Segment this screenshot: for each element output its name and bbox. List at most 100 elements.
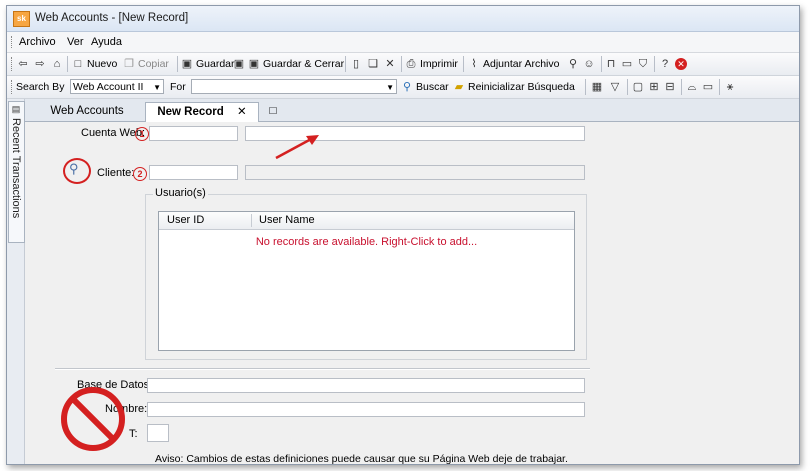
- cliente-input[interactable]: [149, 165, 238, 180]
- document-icon: ▯: [352, 58, 360, 70]
- title-bar: sk Web Accounts - [New Record]: [7, 6, 799, 32]
- pin-button[interactable]: ⚲: [567, 57, 579, 71]
- record-form: Cuenta Web: 1 ⚲ Cliente: 2 Usuario(s) Us…: [25, 122, 799, 464]
- nuevo-label: Nuevo: [87, 58, 118, 70]
- column-user-id[interactable]: User ID: [167, 214, 204, 226]
- nuevo-button[interactable]: □ Nuevo: [72, 57, 118, 71]
- table-icon: ▦: [591, 81, 603, 93]
- save-close-icon: ▣: [248, 58, 260, 70]
- copiar-button[interactable]: ❐ Copiar: [123, 57, 169, 71]
- adjuntar-button[interactable]: ⌇ Adjuntar Archivo: [468, 57, 559, 71]
- recent-transactions-label: Recent Transactions: [10, 118, 22, 219]
- toolbar-separator: [654, 56, 655, 72]
- close-icon: ✕: [675, 58, 687, 70]
- expand-button[interactable]: ⊞: [648, 80, 660, 94]
- open-folder-button[interactable]: ⌓: [686, 80, 698, 94]
- lookup-icon[interactable]: ⚲: [69, 161, 79, 177]
- delete-button[interactable]: ✕: [384, 57, 396, 71]
- help-button[interactable]: ?: [659, 57, 671, 71]
- menu-bar: Archivo Ver Ayuda: [7, 32, 799, 53]
- arrow-right-icon: ⇨: [35, 58, 45, 70]
- clear-filter-button[interactable]: ⚹: [724, 80, 736, 94]
- recent-transactions-tab[interactable]: ▤ Recent Transactions: [8, 101, 25, 243]
- cliente-label: Cliente:: [97, 167, 135, 179]
- copy-icon: ❐: [124, 58, 134, 70]
- new-tab-button[interactable]: □: [263, 102, 283, 121]
- toolbar-separator: [627, 79, 628, 95]
- aviso-text: Aviso: Cambios de estas definiciones pue…: [155, 453, 568, 465]
- lock-button[interactable]: ⊓: [605, 57, 617, 71]
- toolbar-separator: [719, 79, 720, 95]
- lock-icon: ⊓: [606, 58, 616, 70]
- toolbar-separator: [681, 79, 682, 95]
- table-button[interactable]: ▦: [591, 80, 603, 94]
- menu-archivo[interactable]: Archivo: [19, 36, 56, 48]
- save-icon: ▣: [181, 58, 193, 70]
- app-logo-icon: sk: [13, 11, 30, 27]
- imprimir-label: Imprimir: [420, 58, 458, 70]
- search-for-input[interactable]: ▼: [191, 79, 397, 94]
- buscar-label: Buscar: [416, 81, 449, 93]
- back-button[interactable]: ⇦: [17, 57, 29, 71]
- column-user-name[interactable]: User Name: [259, 214, 315, 226]
- toolbar-separator: [601, 56, 602, 72]
- users-button[interactable]: ☺: [583, 57, 595, 71]
- shield-button[interactable]: ⛉: [637, 57, 649, 71]
- document-button[interactable]: ▯: [350, 57, 362, 71]
- callout-2: 2: [133, 167, 147, 181]
- save-all-button[interactable]: ▣: [233, 57, 245, 71]
- document-tabs: Web Accounts New Record ✕ □: [25, 99, 799, 122]
- tab-web-accounts[interactable]: Web Accounts: [45, 102, 129, 121]
- left-dock: ▤ Recent Transactions: [7, 99, 25, 464]
- home-button[interactable]: ⌂: [51, 57, 63, 71]
- minus-box-icon: ⊟: [665, 81, 675, 93]
- menu-ayuda[interactable]: Ayuda: [91, 36, 122, 48]
- cuenta-web-value: [150, 128, 152, 139]
- forward-button[interactable]: ⇨: [34, 57, 46, 71]
- search-by-value: Web Account II: [73, 81, 144, 93]
- guardar-button[interactable]: ▣ Guardar: [181, 57, 235, 71]
- home-icon: ⌂: [53, 58, 61, 70]
- search-by-select[interactable]: Web Account II ▼: [70, 79, 164, 94]
- search-icon: ⚲: [402, 81, 412, 93]
- folder-open-icon: ⌓: [687, 81, 697, 93]
- toolbar-separator: [67, 56, 68, 72]
- folder-button[interactable]: ▭: [702, 80, 714, 94]
- tab-new-record[interactable]: New Record ✕: [145, 102, 259, 122]
- base-datos-input[interactable]: [147, 378, 585, 393]
- toolbar-separator: [463, 56, 464, 72]
- cuenta-web-input[interactable]: [149, 126, 238, 141]
- usuarios-legend: Usuario(s): [153, 187, 208, 199]
- tab-close-icon[interactable]: ✕: [237, 106, 247, 118]
- duplicate-button[interactable]: ❏: [367, 57, 379, 71]
- clear-filter-icon: ⚹: [726, 81, 734, 93]
- toolbar-grip: [11, 80, 14, 94]
- guardar-cerrar-button[interactable]: ▣ Guardar & Cerrar: [248, 57, 344, 71]
- help-icon: ?: [661, 58, 669, 70]
- window-icon: ▭: [621, 58, 633, 70]
- paperclip-icon: ⌇: [471, 58, 477, 70]
- t-input[interactable]: [147, 424, 169, 442]
- imprimir-button[interactable]: ⎙ Imprimir: [405, 57, 458, 71]
- menu-ver[interactable]: Ver: [67, 36, 84, 48]
- grid-view-button[interactable]: ▢: [632, 80, 644, 94]
- pin-icon: ⚲: [568, 58, 578, 70]
- nombre-input[interactable]: [147, 402, 585, 417]
- window-button[interactable]: ▭: [621, 57, 633, 71]
- arrow-left-icon: ⇦: [18, 58, 28, 70]
- shield-icon: ⛉: [638, 58, 648, 70]
- reinicializar-button[interactable]: ▰ Reinicializar Búsqueda: [453, 80, 575, 94]
- close-record-button[interactable]: ✕: [675, 57, 687, 71]
- eraser-icon: ▰: [454, 81, 464, 93]
- adjuntar-label: Adjuntar Archivo: [483, 58, 560, 70]
- filter-button[interactable]: ▽: [609, 80, 621, 94]
- collapse-button[interactable]: ⊟: [664, 80, 676, 94]
- users-grid[interactable]: User ID User Name No records are availab…: [158, 211, 575, 351]
- annotation-arrow-icon: [275, 135, 319, 160]
- callout-1: 1: [135, 127, 149, 141]
- tab-label: New Record: [157, 106, 224, 118]
- prohibited-icon: [61, 387, 125, 451]
- reinicializar-label: Reinicializar Búsqueda: [468, 81, 575, 93]
- toolbar-grip: [11, 57, 14, 71]
- buscar-button[interactable]: ⚲ Buscar: [401, 80, 449, 94]
